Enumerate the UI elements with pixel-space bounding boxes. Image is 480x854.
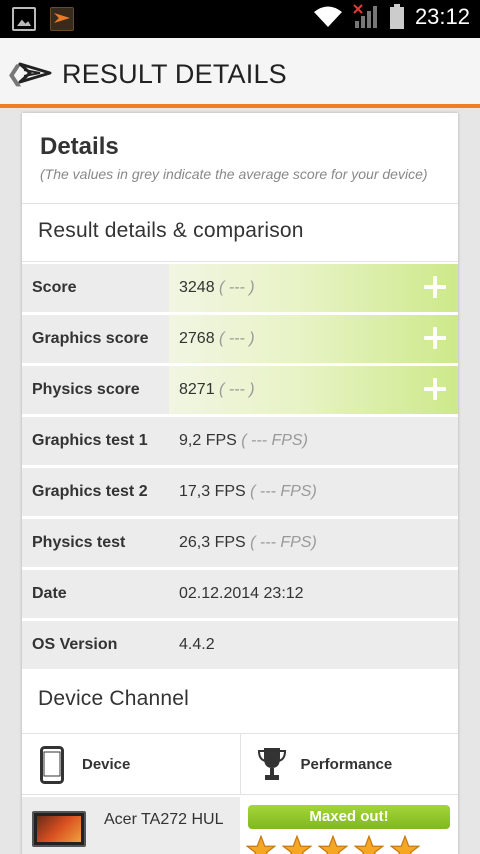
row-label: Date [32,585,67,602]
star-icon [390,835,420,854]
result-row-score: Score 3248 ( --- ) [22,264,458,315]
device-row[interactable]: Acer TA272 HUL Maxed out! [22,797,458,854]
details-heading: Details [40,133,119,160]
performance-column-header[interactable]: Performance [239,734,459,794]
row-label: Score [32,279,77,296]
maxed-out-badge: Maxed out! [248,805,450,829]
performance-cell: Maxed out! [240,797,458,854]
row-label: Graphics test 1 [32,432,148,449]
row-value: 17,3 FPS ( --- FPS) [179,483,317,500]
divider [22,261,458,262]
result-row-date: Date 02.12.2014 23:12 [22,570,458,621]
clock: 23:12 [414,4,470,29]
star-rating [246,835,420,854]
page-title: RESULT DETAILS [62,59,287,89]
gallery-icon [12,7,36,31]
star-icon [354,835,384,854]
result-rows: Score 3248 ( --- ) Graphics score 2768 (… [22,264,458,672]
row-label: Physics score [32,381,140,398]
status-bar: 23:12 [0,0,480,38]
divider [22,203,458,204]
plus-icon[interactable] [424,327,446,349]
row-value: 3248 ( --- ) [179,279,255,296]
star-icon [282,835,312,854]
plus-icon[interactable] [424,276,446,298]
plus-icon[interactable] [424,378,446,400]
row-value: 9,2 FPS ( --- FPS) [179,432,308,449]
result-row-physics-test: Physics test 26,3 FPS ( --- FPS) [22,519,458,570]
device-channel-heading: Device Channel [38,687,190,710]
device-column-label: Device [82,756,131,773]
details-subtitle: (The values in grey indicate the average… [40,166,428,182]
result-row-physics-score: Physics score 8271 ( --- ) [22,366,458,417]
star-icon [318,835,348,854]
action-bar: ❮ RESULT DETAILS [0,38,480,108]
device-channel-header: Device Performance [22,733,458,795]
device-cell: Acer TA272 HUL [22,797,240,854]
performance-column-label: Performance [300,756,393,773]
result-row-graphics-test-1: Graphics test 1 9,2 FPS ( --- FPS) [22,417,458,468]
3dmark-notification-icon [50,7,74,31]
row-label: Physics test [32,534,126,551]
device-column-header[interactable]: Device [22,734,240,794]
signal-icon [353,4,377,28]
row-label: Graphics score [32,330,149,347]
phone-icon [40,746,64,784]
monitor-icon [32,811,86,847]
comparison-heading: Result details & comparison [38,219,304,242]
result-row-graphics-score: Graphics score 2768 ( --- ) [22,315,458,366]
row-value: 26,3 FPS ( --- FPS) [179,534,317,551]
row-label: Graphics test 2 [32,483,148,500]
result-card: Details (The values in grey indicate the… [22,113,458,854]
wifi-icon [313,6,342,27]
star-icon [246,835,276,854]
device-name: Acer TA272 HUL [104,811,224,828]
row-value: 02.12.2014 23:12 [179,585,304,602]
battery-icon [389,4,404,29]
row-value: 8271 ( --- ) [179,381,255,398]
trophy-icon [257,748,286,780]
result-row-graphics-test-2: Graphics test 2 17,3 FPS ( --- FPS) [22,468,458,519]
3dmark-logo-icon[interactable] [18,58,52,88]
row-value: 4.4.2 [179,636,215,653]
row-label: OS Version [32,636,118,653]
row-value: 2768 ( --- ) [179,330,255,347]
result-row-os-version: OS Version 4.4.2 [22,621,458,672]
